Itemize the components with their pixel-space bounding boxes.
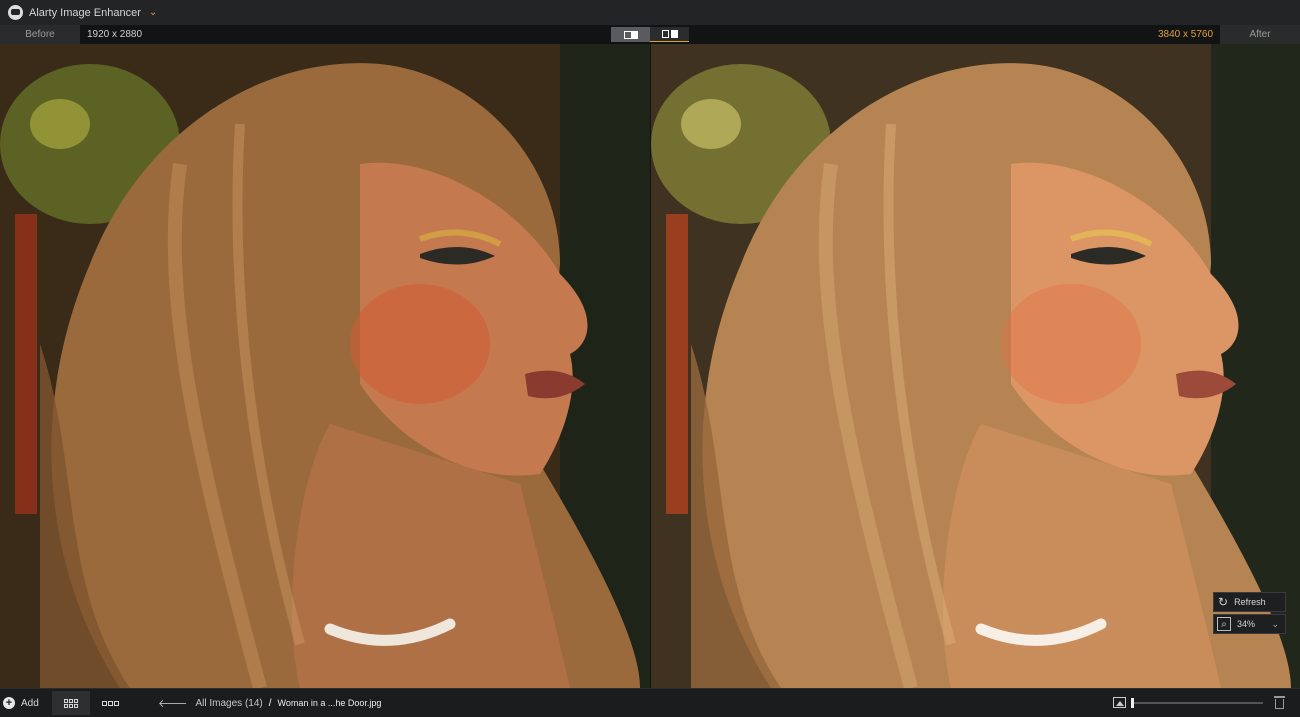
split-view-icon xyxy=(623,30,638,39)
bottom-bar: + Add 🡐 All Images (14) / Woman in a ...… xyxy=(0,688,1300,716)
chevron-down-icon[interactable]: ⌄ xyxy=(149,7,157,18)
grid-view-icon xyxy=(64,698,78,708)
breadcrumb-filename: Woman in a ...he Door.jpg xyxy=(277,698,382,708)
breadcrumb-all-images[interactable]: All Images (14) xyxy=(196,698,263,709)
refresh-button[interactable]: ↻ Refresh xyxy=(1213,592,1286,612)
split-view-button[interactable] xyxy=(611,27,650,42)
before-tab[interactable]: Before xyxy=(0,25,80,44)
zoom-value: 34% xyxy=(1237,619,1256,629)
strip-view-icon xyxy=(101,700,119,706)
compare-info-bar: Before 1920 x 2880 3840 x 5760 After xyxy=(0,25,1300,44)
grid-view-button[interactable] xyxy=(52,691,90,715)
app-logo-icon xyxy=(8,5,23,20)
before-image xyxy=(0,44,651,688)
add-label: Add xyxy=(21,697,39,709)
after-image xyxy=(651,44,1300,688)
comparison-canvas[interactable] xyxy=(0,44,1300,688)
add-icon: + xyxy=(3,697,15,709)
after-tab[interactable]: After xyxy=(1220,25,1300,44)
image-icon xyxy=(1113,697,1126,708)
refresh-label: Refresh xyxy=(1234,597,1266,607)
strip-view-button[interactable] xyxy=(91,691,129,715)
back-arrow-icon[interactable]: 🡐 xyxy=(158,696,188,710)
after-resolution: 3840 x 5760 xyxy=(1158,29,1214,40)
add-button[interactable]: + Add xyxy=(0,689,50,717)
view-mode-toggle xyxy=(611,27,689,42)
title-bar: Alarty Image Enhancer ⌄ xyxy=(0,0,1300,25)
zoom-select[interactable]: ⌕ 34% ⌄ xyxy=(1213,614,1286,634)
refresh-icon: ↻ xyxy=(1218,595,1229,609)
trash-icon[interactable] xyxy=(1274,696,1285,709)
breadcrumb: 🡐 All Images (14) / Woman in a ...he Doo… xyxy=(158,689,381,717)
thumbnail-size-slider[interactable] xyxy=(1132,702,1263,704)
zoom-icon: ⌕ xyxy=(1217,617,1231,631)
slider-handle[interactable] xyxy=(1131,698,1134,708)
side-by-side-view-button[interactable] xyxy=(650,27,689,42)
app-title: Alarty Image Enhancer xyxy=(29,6,141,19)
chevron-down-icon: ⌄ xyxy=(1271,618,1279,629)
breadcrumb-separator: / xyxy=(268,697,272,709)
side-by-side-icon xyxy=(661,30,678,38)
before-resolution: 1920 x 2880 xyxy=(87,29,143,40)
